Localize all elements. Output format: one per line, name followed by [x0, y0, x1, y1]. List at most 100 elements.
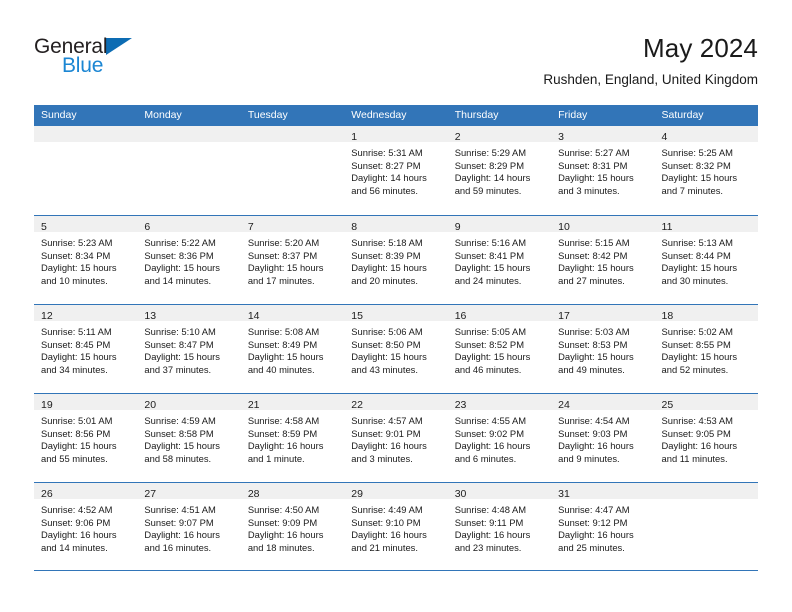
sunrise-text: Sunrise: 4:52 AM	[41, 504, 113, 515]
daylight-text-line2: and 3 minutes.	[558, 184, 620, 196]
calendar-day-cell[interactable]: 25 Sunrise: 4:53 AM Sunset: 9:05 PM Dayligh…	[654, 394, 758, 482]
calendar-day-cell[interactable]: 12 Sunrise: 5:11 AM Sunset: 8:45 PM Dayligh…	[34, 305, 138, 393]
daylight-text-line1: Daylight: 16 hours	[41, 529, 117, 541]
day-number: 13	[144, 310, 157, 322]
daylight-text-line1: Daylight: 15 hours	[661, 351, 738, 363]
sunrise-text: Sunrise: 4:47 AM	[558, 504, 630, 515]
day-number-band: 24	[551, 394, 655, 411]
day-number-band: 13	[137, 305, 241, 322]
sunset-text: Sunset: 9:07 PM	[144, 516, 214, 528]
calendar-day-cell[interactable]: 22 Sunrise: 4:57 AM Sunset: 9:01 PM Dayligh…	[344, 394, 448, 482]
calendar-day-cell-empty	[34, 126, 138, 215]
daylight-text-line1: Daylight: 15 hours	[661, 172, 738, 184]
daylight-text-line2: and 11 minutes.	[661, 452, 728, 464]
calendar-day-cell[interactable]: 18 Sunrise: 5:02 AM Sunset: 8:55 PM Dayligh…	[654, 305, 758, 393]
sunset-text: Sunset: 8:29 PM	[454, 159, 524, 171]
sunset-text: Sunset: 9:10 PM	[351, 516, 421, 528]
sunset-text: Sunset: 8:45 PM	[41, 338, 111, 350]
sunrise-text: Sunrise: 4:54 AM	[558, 415, 630, 426]
daylight-text-line1: Daylight: 16 hours	[144, 529, 220, 541]
calendar-day-cell[interactable]: 4 Sunrise: 5:25 AM Sunset: 8:32 PM Daylight…	[654, 126, 758, 215]
calendar-day-cell[interactable]: 26 Sunrise: 4:52 AM Sunset: 9:06 PM Dayligh…	[34, 483, 138, 570]
daylight-text-line1: Daylight: 14 hours	[351, 172, 427, 184]
day-number-band	[654, 483, 758, 499]
day-number-band: 5	[34, 216, 138, 233]
calendar-day-cell-empty	[654, 483, 758, 570]
sunset-text: Sunset: 9:01 PM	[351, 427, 421, 439]
sunrise-text: Sunrise: 4:53 AM	[661, 415, 733, 426]
sunset-text: Sunset: 8:34 PM	[41, 249, 111, 261]
sunset-text: Sunset: 8:32 PM	[661, 159, 731, 171]
calendar-day-cell[interactable]: 19 Sunrise: 5:01 AM Sunset: 8:56 PM Dayligh…	[34, 394, 138, 482]
calendar-day-cell[interactable]: 29 Sunrise: 4:49 AM Sunset: 9:10 PM Dayligh…	[344, 483, 448, 570]
calendar-day-cell[interactable]: 27 Sunrise: 4:51 AM Sunset: 9:07 PM Dayligh…	[137, 483, 241, 570]
day-number-band: 9	[447, 216, 552, 233]
daylight-text-line2: and 40 minutes.	[247, 363, 315, 375]
day-details: Sunrise: 4:54 AM Sunset: 9:03 PM Daylight:…	[551, 410, 654, 465]
daylight-text-line1: Daylight: 15 hours	[41, 440, 117, 452]
calendar-day-cell[interactable]: 30 Sunrise: 4:48 AM Sunset: 9:11 PM Dayligh…	[447, 483, 552, 570]
daylight-text-line1: Daylight: 15 hours	[144, 351, 220, 363]
day-details: Sunrise: 5:10 AM Sunset: 8:47 PM Daylight:…	[137, 321, 240, 376]
calendar-week-row: 1 Sunrise: 5:31 AM Sunset: 8:27 PM Daylight…	[34, 126, 758, 215]
daylight-text-line1: Daylight: 15 hours	[41, 262, 117, 274]
day-details: Sunrise: 5:06 AM Sunset: 8:50 PM Daylight:…	[344, 321, 447, 376]
calendar-day-cell[interactable]: 14 Sunrise: 5:08 AM Sunset: 8:49 PM Dayligh…	[240, 305, 345, 393]
day-number-band: 15	[344, 305, 448, 322]
sunrise-text: Sunrise: 5:03 AM	[558, 326, 630, 337]
calendar-day-cell[interactable]: 7 Sunrise: 5:20 AM Sunset: 8:37 PM Daylight…	[240, 216, 345, 304]
day-number-band: 19	[34, 394, 138, 411]
day-number-band: 3	[551, 126, 655, 143]
daylight-text-line1: Daylight: 14 hours	[454, 172, 531, 184]
daylight-text-line2: and 3 minutes.	[351, 452, 413, 464]
calendar-day-cell[interactable]: 28 Sunrise: 4:50 AM Sunset: 9:09 PM Dayligh…	[240, 483, 345, 570]
calendar-day-cell[interactable]: 13 Sunrise: 5:10 AM Sunset: 8:47 PM Dayligh…	[137, 305, 241, 393]
day-details: Sunrise: 5:03 AM Sunset: 8:53 PM Daylight:…	[551, 321, 654, 376]
day-number-band: 16	[447, 305, 552, 322]
calendar-day-cell[interactable]: 31 Sunrise: 4:47 AM Sunset: 9:12 PM Dayligh…	[551, 483, 655, 570]
day-number-band	[34, 126, 138, 142]
day-number: 19	[41, 399, 53, 411]
sunrise-text: Sunrise: 5:15 AM	[558, 237, 630, 248]
daylight-text-line1: Daylight: 15 hours	[558, 262, 634, 274]
calendar-day-cell[interactable]: 1 Sunrise: 5:31 AM Sunset: 8:27 PM Daylight…	[344, 126, 448, 215]
sunset-text: Sunset: 8:36 PM	[144, 249, 214, 261]
day-details: Sunrise: 4:57 AM Sunset: 9:01 PM Daylight:…	[344, 410, 447, 465]
calendar-day-cell[interactable]: 10 Sunrise: 5:15 AM Sunset: 8:42 PM Dayligh…	[551, 216, 655, 304]
sunset-text: Sunset: 8:41 PM	[454, 249, 524, 261]
calendar-day-cell[interactable]: 9 Sunrise: 5:16 AM Sunset: 8:41 PM Daylight…	[447, 216, 552, 304]
calendar-day-cell[interactable]: 15 Sunrise: 5:06 AM Sunset: 8:50 PM Dayligh…	[344, 305, 448, 393]
calendar-day-cell[interactable]: 2 Sunrise: 5:29 AM Sunset: 8:29 PM Daylight…	[447, 126, 552, 215]
day-number: 12	[41, 310, 53, 322]
day-number-band: 29	[344, 483, 448, 500]
daylight-text-line1: Daylight: 16 hours	[247, 529, 324, 541]
day-details: Sunrise: 5:29 AM Sunset: 8:29 PM Daylight:…	[448, 142, 551, 197]
sunset-text: Sunset: 8:55 PM	[661, 338, 731, 350]
sunrise-text: Sunrise: 5:22 AM	[144, 237, 216, 248]
calendar-day-cell[interactable]: 23 Sunrise: 4:55 AM Sunset: 9:02 PM Dayligh…	[447, 394, 552, 482]
calendar-day-cell[interactable]: 6 Sunrise: 5:22 AM Sunset: 8:36 PM Daylight…	[137, 216, 241, 304]
sunrise-text: Sunrise: 5:10 AM	[144, 326, 216, 337]
calendar-day-cell[interactable]: 3 Sunrise: 5:27 AM Sunset: 8:31 PM Daylight…	[551, 126, 655, 215]
day-number-band: 27	[137, 483, 241, 500]
day-number-band: 4	[654, 126, 758, 143]
sunrise-text: Sunrise: 5:02 AM	[661, 326, 733, 337]
day-number-band: 20	[137, 394, 241, 411]
calendar-day-cell[interactable]: 24 Sunrise: 4:54 AM Sunset: 9:03 PM Dayligh…	[551, 394, 655, 482]
day-number: 26	[41, 488, 53, 500]
calendar-day-cell[interactable]: 8 Sunrise: 5:18 AM Sunset: 8:39 PM Daylight…	[344, 216, 448, 304]
logo-text-blue: Blue	[62, 54, 104, 77]
day-details: Sunrise: 5:01 AM Sunset: 8:56 PM Daylight:…	[34, 410, 137, 465]
calendar-day-cell[interactable]: 16 Sunrise: 5:05 AM Sunset: 8:52 PM Dayligh…	[447, 305, 552, 393]
daylight-text-line1: Daylight: 15 hours	[144, 440, 220, 452]
sunset-text: Sunset: 8:59 PM	[247, 427, 318, 439]
calendar-day-cell[interactable]: 20 Sunrise: 4:59 AM Sunset: 8:58 PM Dayligh…	[137, 394, 241, 482]
calendar-day-cell[interactable]: 17 Sunrise: 5:03 AM Sunset: 8:53 PM Dayligh…	[551, 305, 655, 393]
calendar-day-cell-empty	[240, 126, 345, 215]
calendar-day-cell[interactable]: 21 Sunrise: 4:58 AM Sunset: 8:59 PM Dayligh…	[240, 394, 345, 482]
day-number-band: 22	[344, 394, 448, 411]
day-details: Sunrise: 4:51 AM Sunset: 9:07 PM Daylight:…	[137, 499, 240, 554]
sunset-text: Sunset: 8:50 PM	[351, 338, 421, 350]
calendar-day-cell[interactable]: 11 Sunrise: 5:13 AM Sunset: 8:44 PM Dayligh…	[654, 216, 758, 304]
calendar-day-cell[interactable]: 5 Sunrise: 5:23 AM Sunset: 8:34 PM Daylight…	[34, 216, 138, 304]
